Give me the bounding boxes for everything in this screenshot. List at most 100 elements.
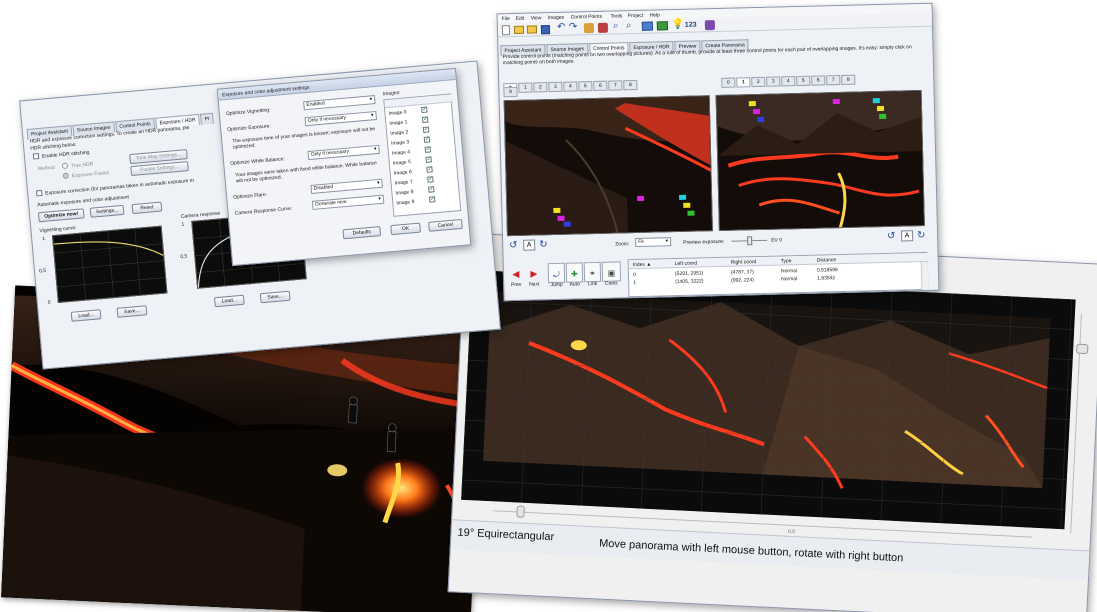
image-checkbox[interactable] [428,186,435,193]
menu-edit[interactable]: Edit [516,16,525,22]
vignetting-save-button[interactable]: Save... [116,305,148,318]
optimize-flare-select[interactable]: Disabled [310,178,383,194]
identify-counter[interactable]: 123 [685,21,697,28]
right-tab[interactable]: 5 [796,75,811,87]
menu-control-points[interactable]: Control Points [571,14,603,21]
col-distance[interactable]: Distance [817,257,837,263]
menu-images[interactable]: Images [548,15,565,21]
fast-preview-icon[interactable] [656,21,669,31]
col-type[interactable]: Type [781,258,792,264]
ok-button[interactable]: OK [390,222,422,236]
image-checkbox[interactable] [425,156,432,163]
rotate-right-icon[interactable]: ↻ [539,239,548,250]
left-tab[interactable]: 1 [518,82,533,93]
preview-canvas[interactable] [461,269,1076,530]
image-checkbox[interactable] [423,136,431,143]
menu-file[interactable]: File [502,16,510,22]
tab-preview[interactable]: Pr [200,112,215,125]
right-rotate-left-icon[interactable]: ↺ [887,231,896,242]
prev-button[interactable]: ◀ Prev [508,264,524,288]
image-checkbox[interactable] [421,106,428,114]
right-a-button[interactable]: A [900,230,914,242]
image-checkbox[interactable] [421,116,429,123]
exposure-correction-checkbox[interactable] [36,189,43,197]
left-tab[interactable]: 2 [533,82,548,93]
col-left-coord[interactable]: Left coord [675,261,697,268]
control-point-marker[interactable] [563,221,571,227]
left-tab[interactable]: 6 [593,80,608,92]
open-icon[interactable] [513,25,525,34]
optimize-exposure-select[interactable]: Only if necessary [304,110,378,127]
rotate-left-icon[interactable]: ↺ [509,240,518,251]
align-icon[interactable] [597,22,609,33]
left-tab[interactable]: 7 [608,80,623,91]
undo-icon[interactable]: ↶ [557,22,566,33]
image-checkbox[interactable] [428,196,436,203]
link-button[interactable]: ⚭ Link [583,261,602,287]
open-recent-icon[interactable] [526,25,538,34]
left-a-button[interactable]: A [523,239,536,251]
menu-help[interactable]: Help [650,12,660,18]
right-rotate-right-icon[interactable]: ↻ [917,230,926,241]
table-scrollbar[interactable] [920,261,929,291]
preview-icon[interactable] [641,21,654,31]
right-tab[interactable]: 7 [826,74,841,86]
control-point-marker[interactable] [679,194,687,200]
optimize-now-button[interactable]: Optimize now! [37,208,85,223]
vertical-slider-handle[interactable] [1075,343,1089,355]
left-tab[interactable]: 8 [623,79,638,91]
optimize-wb-select[interactable]: Only if necessary [307,144,380,161]
right-image-panel[interactable] [715,90,925,232]
control-point-marker[interactable] [557,215,565,221]
control-point-marker[interactable] [757,116,765,123]
enable-hdr-checkbox[interactable] [32,153,40,160]
image-checkbox[interactable] [427,176,434,183]
menu-tools[interactable]: Tools [611,13,623,19]
exposure-slider-handle[interactable] [747,236,753,246]
zoom-out-icon[interactable]: ⌕ [626,20,632,31]
left-image-panel[interactable] [503,95,713,237]
right-tab[interactable]: 2 [751,76,766,88]
left-tab[interactable]: 4 [563,81,578,92]
tip-icon[interactable]: 💡 [672,19,685,30]
right-tab[interactable]: 4 [781,76,796,87]
control-point-marker[interactable] [683,202,691,208]
control-point-marker[interactable] [553,207,561,214]
next-button[interactable]: ▶ Next [526,263,542,287]
zoom-in-icon[interactable]: ⌕ [613,20,619,31]
right-tab[interactable]: 6 [811,75,826,86]
settings-button[interactable]: Settings... [89,204,125,218]
col-right-coord[interactable]: Right coord [731,259,757,266]
save-icon[interactable] [540,25,551,35]
image-checkbox[interactable] [426,166,433,173]
control-point-marker[interactable] [748,101,756,107]
left-tab[interactable]: 5 [578,81,593,92]
contrast-button[interactable]: ▣ Contr. [601,261,622,287]
jump-button[interactable]: ⤾ Jump [547,262,566,288]
control-point-marker[interactable] [752,108,761,115]
control-point-marker[interactable] [832,99,840,105]
left-tab[interactable]: 3 [548,81,563,93]
zoom-select[interactable]: Fit [635,237,672,248]
true-hdr-radio[interactable] [61,162,69,170]
response-load-button[interactable]: Load... [213,294,245,308]
control-point-marker[interactable] [687,210,695,216]
exposure-slider[interactable] [731,236,768,246]
horizontal-slider-handle[interactable] [516,505,525,518]
optimize-vignetting-select[interactable]: Enabled [303,95,376,111]
optimize-icon[interactable] [583,22,595,34]
right-tab[interactable]: 0 [721,77,736,88]
defaults-button[interactable]: Defaults [342,226,382,240]
camera-response-select[interactable]: Generate new [311,194,385,210]
control-point-marker[interactable] [879,113,887,120]
control-point-marker[interactable] [872,98,880,104]
vignetting-load-button[interactable]: Load... [70,309,102,322]
right-tab[interactable]: 3 [766,76,781,87]
menu-view[interactable]: View [531,15,542,21]
image-checkbox[interactable] [422,126,430,133]
redo-icon[interactable]: ↷ [569,21,578,32]
auto-button[interactable]: ✚ Auto [565,262,584,288]
reset-button[interactable]: Reset [131,201,163,215]
control-point-marker[interactable] [876,105,885,112]
stitch-icon[interactable] [704,20,716,31]
